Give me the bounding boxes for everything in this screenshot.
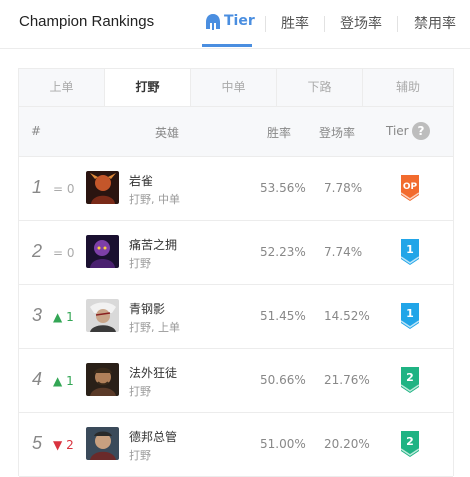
position-tab-jungle[interactable]: 打野 (105, 69, 191, 106)
rank-change: = 0 (53, 182, 75, 196)
champion-roles: 打野, 上单 (129, 321, 180, 334)
pick-rate-value: 20.20% (324, 437, 370, 451)
rank-change: ▼ 2 (53, 438, 74, 452)
page-title: Champion Rankings (19, 13, 155, 30)
table-row[interactable]: 1 = 0 岩雀 打野, 中单 53.56% 7.78% OP (19, 157, 453, 221)
trend-value: 1 (66, 310, 74, 324)
trend-symbol: ▲ (53, 310, 63, 324)
table-row[interactable]: 3 ▲ 1 青钢影 打野, 上单 51.45% 14.52% 1 (19, 285, 453, 349)
tier-badge: 1 (400, 239, 420, 265)
tier-badge: OP (400, 175, 420, 201)
column-rank: # (31, 124, 42, 138)
position-tab-mid[interactable]: 中单 (191, 69, 277, 106)
champion-name: 痛苦之拥 (129, 238, 178, 252)
rank-change: ▲ 1 (53, 374, 74, 388)
rank-number: 2 (32, 241, 43, 261)
pick-rate-value: 7.78% (324, 181, 363, 195)
champion-name: 德邦总管 (129, 430, 178, 444)
tab-tier[interactable]: Tier (224, 13, 255, 29)
table-row[interactable]: 4 ▲ 1 法外狂徒 打野 50.66% 21.76% 2 (19, 349, 453, 413)
champion-portrait (86, 235, 119, 268)
column-pick-rate: 登场率 (319, 126, 356, 140)
champion-roles: 打野 (129, 449, 151, 462)
rank-number: 1 (32, 177, 43, 197)
win-rate-value: 51.45% (260, 309, 306, 323)
column-tier: Tier (386, 124, 409, 138)
trend-value: 1 (66, 374, 74, 388)
champion-roles: 打野 (129, 257, 151, 270)
tier-badge-label: 2 (406, 435, 414, 448)
tier-helmet-icon (206, 14, 220, 30)
win-rate-value: 52.23% (260, 245, 306, 259)
trend-symbol: ▲ (53, 374, 63, 388)
rank-change: ▲ 1 (53, 310, 74, 324)
rank-number: 3 (32, 305, 43, 325)
win-rate-value: 51.00% (260, 437, 306, 451)
tier-badge: 2 (400, 367, 420, 393)
champion-name: 岩雀 (129, 174, 154, 188)
rank-number: 5 (32, 433, 43, 453)
champion-roles: 打野, 中单 (129, 193, 180, 206)
rankings-list: 1 = 0 岩雀 打野, 中单 53.56% 7.78% OP 2 = 0 痛苦… (19, 156, 453, 477)
trend-value: 2 (66, 438, 74, 452)
rank-number: 4 (32, 369, 43, 389)
tab-win-rate[interactable]: 胜率 (281, 13, 309, 33)
tier-badge: 1 (400, 303, 420, 329)
tab-divider (265, 16, 266, 32)
tier-badge-label: 1 (406, 243, 414, 256)
tier-badge-label: OP (403, 182, 418, 192)
trend-symbol: ▼ (53, 438, 63, 452)
rank-change: = 0 (53, 246, 75, 260)
column-champion: 英雄 (155, 126, 180, 140)
trend-value: 0 (66, 182, 75, 196)
pick-rate-value: 7.74% (324, 245, 363, 259)
pick-rate-value: 14.52% (324, 309, 370, 323)
table-row[interactable]: 5 ▼ 2 德邦总管 打野 51.00% 20.20% 2 (19, 413, 453, 477)
tier-badge-label: 2 (406, 371, 414, 384)
champion-portrait (86, 171, 119, 204)
trend-value: 0 (66, 246, 75, 260)
help-icon[interactable]: ? (412, 122, 430, 140)
rankings-panel: 上单 打野 中单 下路 辅助 # 英雄 胜率 登场率 Tier ? 1 = 0 … (18, 68, 454, 477)
tier-badge-label: 1 (406, 307, 414, 320)
tab-pick-rate[interactable]: 登场率 (340, 13, 382, 33)
champion-roles: 打野 (129, 385, 151, 398)
champion-portrait (86, 363, 119, 396)
tier-badge: 2 (400, 431, 420, 457)
active-tab-underline (202, 44, 252, 47)
tab-divider (397, 16, 398, 32)
champion-portrait (86, 427, 119, 460)
position-tab-bottom[interactable]: 下路 (277, 69, 363, 106)
pick-rate-value: 21.76% (324, 373, 370, 387)
trend-symbol: = (53, 246, 64, 260)
tab-divider (324, 16, 325, 32)
tab-ban-rate[interactable]: 禁用率 (414, 13, 456, 33)
champion-name: 青钢影 (129, 302, 166, 316)
champion-portrait (86, 299, 119, 332)
position-tabs: 上单 打野 中单 下路 辅助 (19, 69, 453, 107)
table-row[interactable]: 2 = 0 痛苦之拥 打野 52.23% 7.74% 1 (19, 221, 453, 285)
position-tab-support[interactable]: 辅助 (363, 69, 453, 106)
column-win-rate: 胜率 (267, 126, 292, 140)
position-tab-top[interactable]: 上单 (19, 69, 105, 106)
champion-name: 法外狂徒 (129, 366, 178, 380)
top-header: Champion Rankings Tier 胜率 登场率 禁用率 (0, 0, 470, 49)
trend-symbol: = (53, 182, 64, 196)
win-rate-value: 53.56% (260, 181, 306, 195)
win-rate-value: 50.66% (260, 373, 306, 387)
